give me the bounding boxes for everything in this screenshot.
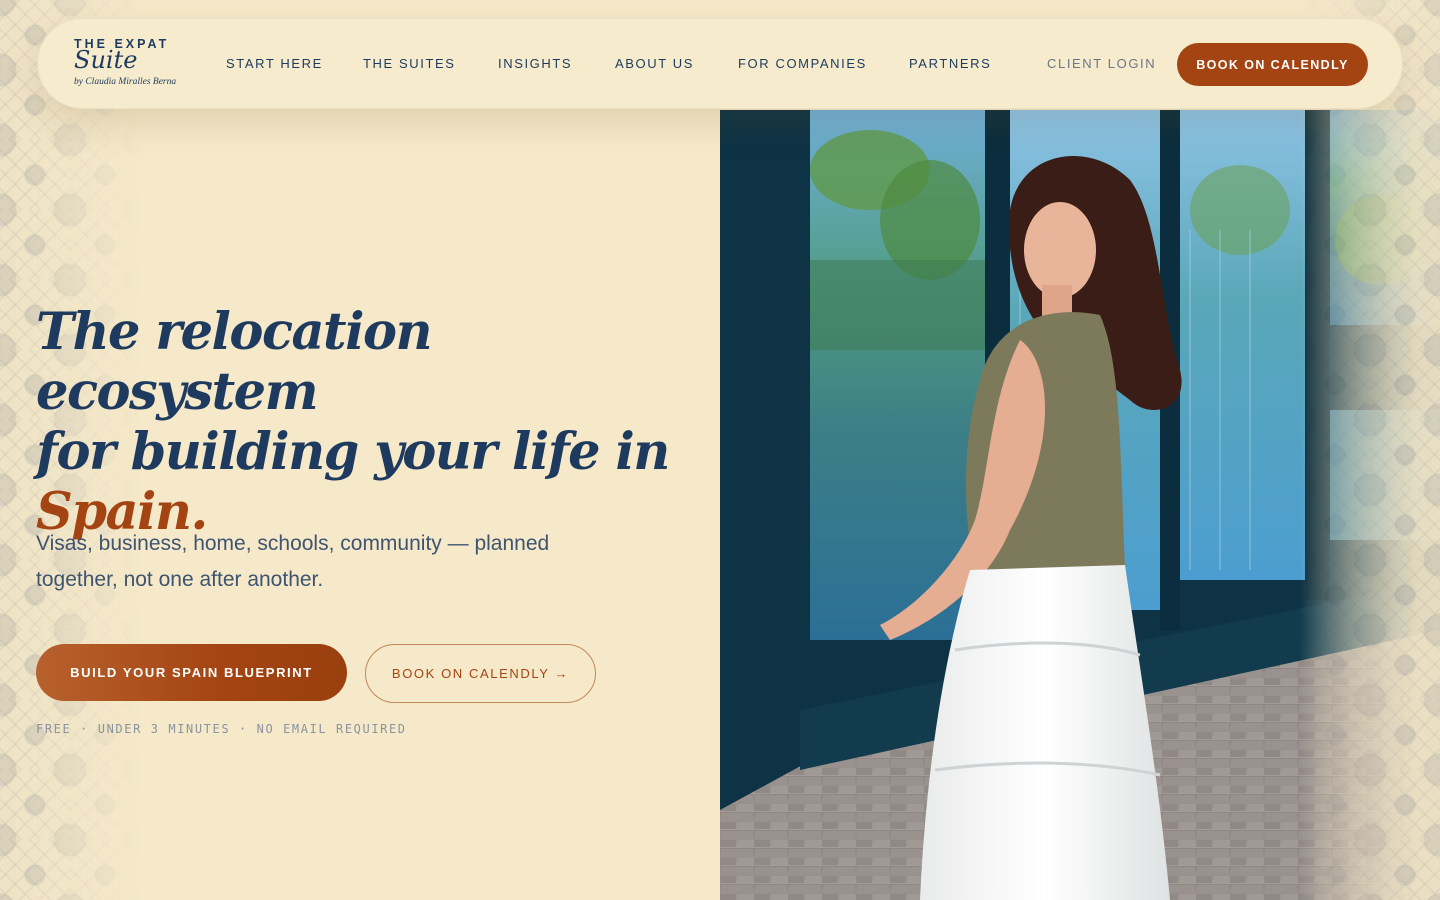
brand-logo[interactable]: THE EXPAT Suite by Claudia Miralles Bern… bbox=[74, 37, 194, 87]
headline-line-1: The relocation ecosystem bbox=[36, 302, 433, 422]
logo-line-2: Suite bbox=[74, 46, 138, 74]
nav-partners[interactable]: PARTNERS bbox=[909, 56, 991, 71]
nav-start-here[interactable]: START HERE bbox=[226, 56, 323, 71]
client-login-link[interactable]: CLIENT LOGIN bbox=[1047, 56, 1156, 71]
nav-insights[interactable]: INSIGHTS bbox=[498, 56, 572, 71]
book-calendly-hero-button[interactable]: BOOK ON CALENDLY → bbox=[365, 644, 596, 703]
nav-for-companies[interactable]: FOR COMPANIES bbox=[738, 56, 867, 71]
logo-byline: by Claudia Miralles Berna bbox=[74, 77, 177, 87]
headline-line-2: for building your life in bbox=[36, 422, 670, 482]
hero-content: The relocation ecosystem for building yo… bbox=[0, 110, 720, 900]
hero-fineprint: FREE · UNDER 3 MINUTES · NO EMAIL REQUIR… bbox=[36, 722, 407, 736]
nav-about-us[interactable]: ABOUT US bbox=[615, 56, 694, 71]
hero-subhead: Visas, business, home, schools, communit… bbox=[36, 532, 550, 591]
hero-headline: The relocation ecosystem for building yo… bbox=[36, 302, 676, 542]
nav-the-suites[interactable]: THE SUITES bbox=[363, 56, 456, 71]
build-blueprint-button[interactable]: BUILD YOUR SPAIN BLUEPRINT bbox=[36, 644, 347, 701]
book-calendly-header-button[interactable]: BOOK ON CALENDLY bbox=[1177, 43, 1368, 86]
site-header: THE EXPAT Suite by Claudia Miralles Bern… bbox=[37, 18, 1403, 109]
decorative-tile-pattern-right bbox=[1300, 0, 1440, 900]
